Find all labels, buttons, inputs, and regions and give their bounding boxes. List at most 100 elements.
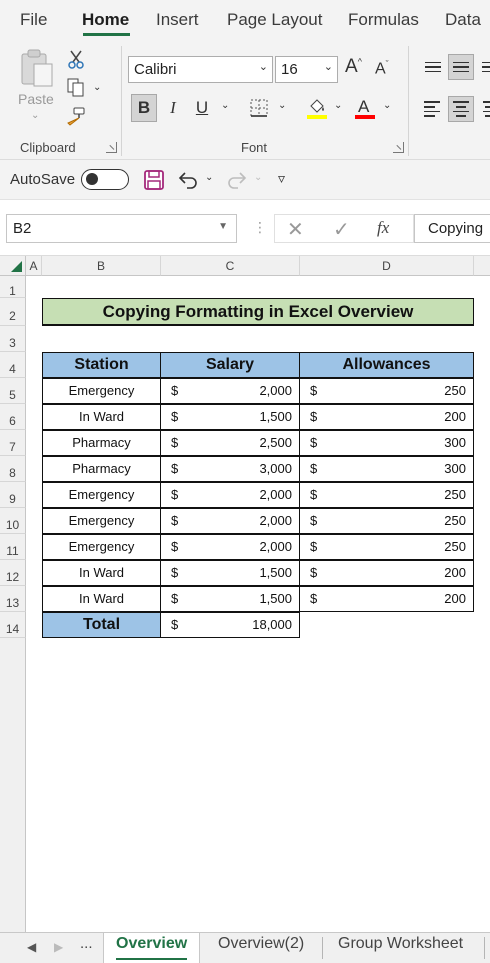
decrease-font-size-icon[interactable]: Aˇ <box>375 59 389 78</box>
formula-input[interactable]: Copying <box>414 214 490 243</box>
salary-cell[interactable]: $1,500 <box>160 586 300 612</box>
header-station[interactable]: Station <box>42 352 161 378</box>
align-center-icon[interactable] <box>448 96 474 122</box>
redo-icon[interactable] <box>226 169 248 191</box>
row-header[interactable]: 14 <box>0 612 26 638</box>
salary-cell[interactable]: $2,000 <box>160 482 300 508</box>
tab-insert[interactable]: Insert <box>156 10 199 30</box>
align-left-icon[interactable] <box>420 96 446 122</box>
row-header[interactable]: 7 <box>0 430 26 456</box>
underline-button[interactable]: U <box>189 94 215 122</box>
salary-cell[interactable]: $1,500 <box>160 404 300 430</box>
column-header-d[interactable]: D <box>300 256 474 276</box>
paste-icon[interactable] <box>20 48 56 88</box>
station-cell[interactable]: Emergency <box>42 508 161 534</box>
station-cell[interactable]: Emergency <box>42 378 161 404</box>
station-cell[interactable]: Emergency <box>42 534 161 560</box>
sheet-tab-overview-2[interactable]: Overview(2) <box>206 933 316 963</box>
name-box[interactable]: B2 ▼ <box>6 214 237 243</box>
salary-cell[interactable]: $2,500 <box>160 430 300 456</box>
format-painter-icon[interactable] <box>65 106 87 128</box>
increase-font-size-icon[interactable]: A^ <box>345 56 362 78</box>
scroll-right-icon[interactable]: ▶ <box>54 940 63 954</box>
row-header[interactable]: 10 <box>0 508 26 534</box>
column-header-e[interactable] <box>474 256 490 276</box>
font-launcher-icon[interactable] <box>393 142 404 153</box>
enter-check-icon[interactable]: ✓ <box>333 217 350 242</box>
autosave-toggle[interactable] <box>81 169 129 190</box>
more-sheets-button[interactable]: ... <box>80 935 93 952</box>
align-top-icon[interactable] <box>420 54 446 80</box>
italic-button[interactable]: I <box>160 94 186 122</box>
cut-icon[interactable] <box>65 48 87 70</box>
copy-chevron-icon[interactable]: ⌄ <box>93 82 101 93</box>
row-header[interactable]: 3 <box>0 326 26 352</box>
font-name-select[interactable]: Calibri ⌄ <box>128 56 273 83</box>
allowance-cell[interactable]: $200 <box>299 560 474 586</box>
sheet-title-cell[interactable]: Copying Formatting in Excel Overview <box>42 298 474 326</box>
drag-handle-icon[interactable]: ⋮ <box>253 219 267 236</box>
paste-chevron-icon[interactable]: ⌄ <box>31 110 39 121</box>
total-salary-cell[interactable]: $ 18,000 <box>160 612 300 638</box>
header-allowances[interactable]: Allowances <box>299 352 474 378</box>
underline-chevron-icon[interactable]: ⌄ <box>221 100 229 111</box>
row-header[interactable]: 1 <box>0 276 26 298</box>
total-label-cell[interactable]: Total <box>42 612 161 638</box>
row-header[interactable]: 2 <box>0 298 26 326</box>
column-header-a[interactable]: A <box>26 256 42 276</box>
allowance-cell[interactable]: $250 <box>299 534 474 560</box>
align-bottom-icon[interactable] <box>476 54 490 80</box>
row-header[interactable]: 5 <box>0 378 26 404</box>
sheet-tab-group-worksheet[interactable]: Group Worksheet <box>326 933 475 963</box>
tab-home[interactable]: Home <box>82 10 129 30</box>
salary-cell[interactable]: $2,000 <box>160 534 300 560</box>
row-header[interactable]: 8 <box>0 456 26 482</box>
tab-file[interactable]: File <box>20 10 47 30</box>
align-right-icon[interactable] <box>476 96 490 122</box>
station-cell[interactable]: Pharmacy <box>42 430 161 456</box>
row-header[interactable]: 9 <box>0 482 26 508</box>
undo-chevron-icon[interactable]: ⌄ <box>205 172 213 183</box>
font-size-select[interactable]: 16 ⌄ <box>275 56 338 83</box>
row-header[interactable]: 4 <box>0 352 26 378</box>
sheet-tab-overview[interactable]: Overview <box>103 933 201 963</box>
row-header[interactable]: 12 <box>0 560 26 586</box>
column-header-c[interactable]: C <box>161 256 300 276</box>
fill-color-chevron-icon[interactable]: ⌄ <box>334 100 342 111</box>
row-header[interactable]: 13 <box>0 586 26 612</box>
customize-toolbar-icon[interactable]: ▿ <box>278 170 285 187</box>
tab-page-layout[interactable]: Page Layout <box>227 10 322 30</box>
scroll-left-icon[interactable]: ◀ <box>27 940 36 954</box>
borders-chevron-icon[interactable]: ⌄ <box>278 100 286 111</box>
redo-chevron-icon[interactable]: ⌄ <box>254 172 262 183</box>
tab-data[interactable]: Data <box>445 10 481 30</box>
save-icon[interactable] <box>143 169 165 191</box>
row-header[interactable]: 11 <box>0 534 26 560</box>
fill-color-icon[interactable] <box>304 94 330 122</box>
allowance-cell[interactable]: $250 <box>299 378 474 404</box>
allowance-cell[interactable]: $200 <box>299 404 474 430</box>
copy-icon[interactable] <box>65 77 87 99</box>
station-cell[interactable]: Pharmacy <box>42 456 161 482</box>
allowance-cell[interactable]: $250 <box>299 508 474 534</box>
font-color-icon[interactable]: A <box>352 94 378 122</box>
station-cell[interactable]: In Ward <box>42 404 161 430</box>
bold-button[interactable]: B <box>131 94 157 122</box>
salary-cell[interactable]: $1,500 <box>160 560 300 586</box>
tab-formulas[interactable]: Formulas <box>348 10 419 30</box>
column-header-b[interactable]: B <box>42 256 161 276</box>
row-header[interactable]: 6 <box>0 404 26 430</box>
insert-function-icon[interactable]: fx <box>377 218 389 238</box>
station-cell[interactable]: Emergency <box>42 482 161 508</box>
station-cell[interactable]: In Ward <box>42 560 161 586</box>
allowance-cell[interactable]: $300 <box>299 456 474 482</box>
allowance-cell[interactable]: $250 <box>299 482 474 508</box>
header-salary[interactable]: Salary <box>160 352 300 378</box>
salary-cell[interactable]: $2,000 <box>160 508 300 534</box>
align-middle-icon[interactable] <box>448 54 474 80</box>
salary-cell[interactable]: $2,000 <box>160 378 300 404</box>
cancel-icon[interactable]: ✕ <box>287 217 304 242</box>
salary-cell[interactable]: $3,000 <box>160 456 300 482</box>
borders-icon[interactable] <box>246 94 272 122</box>
font-color-chevron-icon[interactable]: ⌄ <box>383 100 391 111</box>
